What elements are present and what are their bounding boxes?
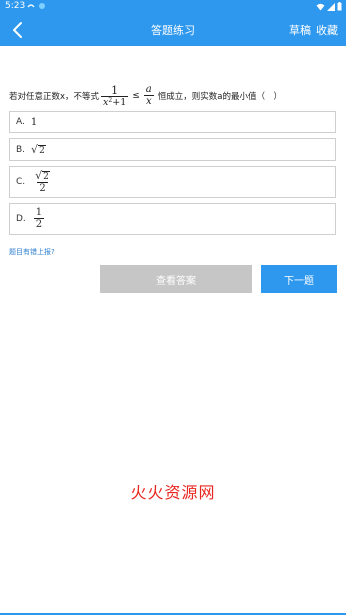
- option-letter: B.: [16, 144, 26, 155]
- option-fraction: 1 2: [33, 207, 45, 230]
- signal-icon: [327, 2, 335, 11]
- question-text: 若对任意正数x，不等式 1 x2+1 ≤ a x 恒成立，则实数a的最小值（ ）: [9, 84, 339, 108]
- option-d[interactable]: D. 1 2: [9, 203, 336, 235]
- question-suffix: 恒成立，则实数a的最小值（ ）: [157, 92, 282, 102]
- radical-sign: √: [31, 142, 39, 156]
- status-bar: 5:23: [0, 0, 346, 14]
- fraction-numerator: √ 2: [33, 170, 52, 182]
- notification-icon: [27, 4, 35, 8]
- option-letter: A.: [16, 117, 25, 127]
- option-letter: D.: [16, 214, 26, 224]
- draft-button[interactable]: 草稿: [289, 22, 311, 38]
- favorite-button[interactable]: 收藏: [316, 22, 338, 38]
- report-error-link[interactable]: 题目有错上报?: [9, 247, 55, 257]
- fraction-numerator: 1: [111, 83, 119, 97]
- question-prefix: 若对任意正数x，不等式: [9, 92, 100, 102]
- battery-icon: [337, 2, 342, 11]
- option-a[interactable]: A. 1: [9, 111, 336, 133]
- fraction-denominator: x: [143, 95, 154, 107]
- app-notification-icon: [39, 3, 45, 9]
- option-fraction: √ 2 2: [33, 170, 52, 194]
- status-icons: [316, 2, 342, 11]
- question-fraction-right: a x: [143, 84, 154, 107]
- wifi-icon: [316, 3, 325, 10]
- question-relation: ≤: [132, 91, 140, 101]
- fraction-numerator: a: [145, 84, 152, 95]
- watermark-text: 火火资源网: [130, 483, 216, 502]
- next-question-button[interactable]: 下一题: [261, 265, 337, 293]
- app-bar: 答题练习 草稿 收藏: [0, 14, 346, 46]
- radicand: 2: [38, 144, 46, 156]
- fraction-numerator: 1: [35, 207, 43, 218]
- radical-sign: √: [35, 169, 43, 182]
- option-letter: C.: [16, 177, 26, 187]
- fraction-denominator: 2: [37, 182, 48, 194]
- option-c[interactable]: C. √ 2 2: [9, 166, 336, 198]
- option-sqrt: √ 2: [31, 144, 46, 156]
- radicand: 2: [42, 171, 50, 182]
- option-value: 1: [30, 116, 38, 128]
- view-answer-button[interactable]: 查看答案: [100, 265, 252, 293]
- fraction-denominator: x2+1: [101, 95, 129, 108]
- fraction-denominator: 2: [33, 218, 45, 230]
- option-b[interactable]: B. √ 2: [9, 138, 336, 161]
- question-fraction-left: 1 x2+1: [101, 83, 129, 108]
- denominator-rest: +1: [112, 96, 127, 108]
- status-time: 5:23: [5, 1, 26, 11]
